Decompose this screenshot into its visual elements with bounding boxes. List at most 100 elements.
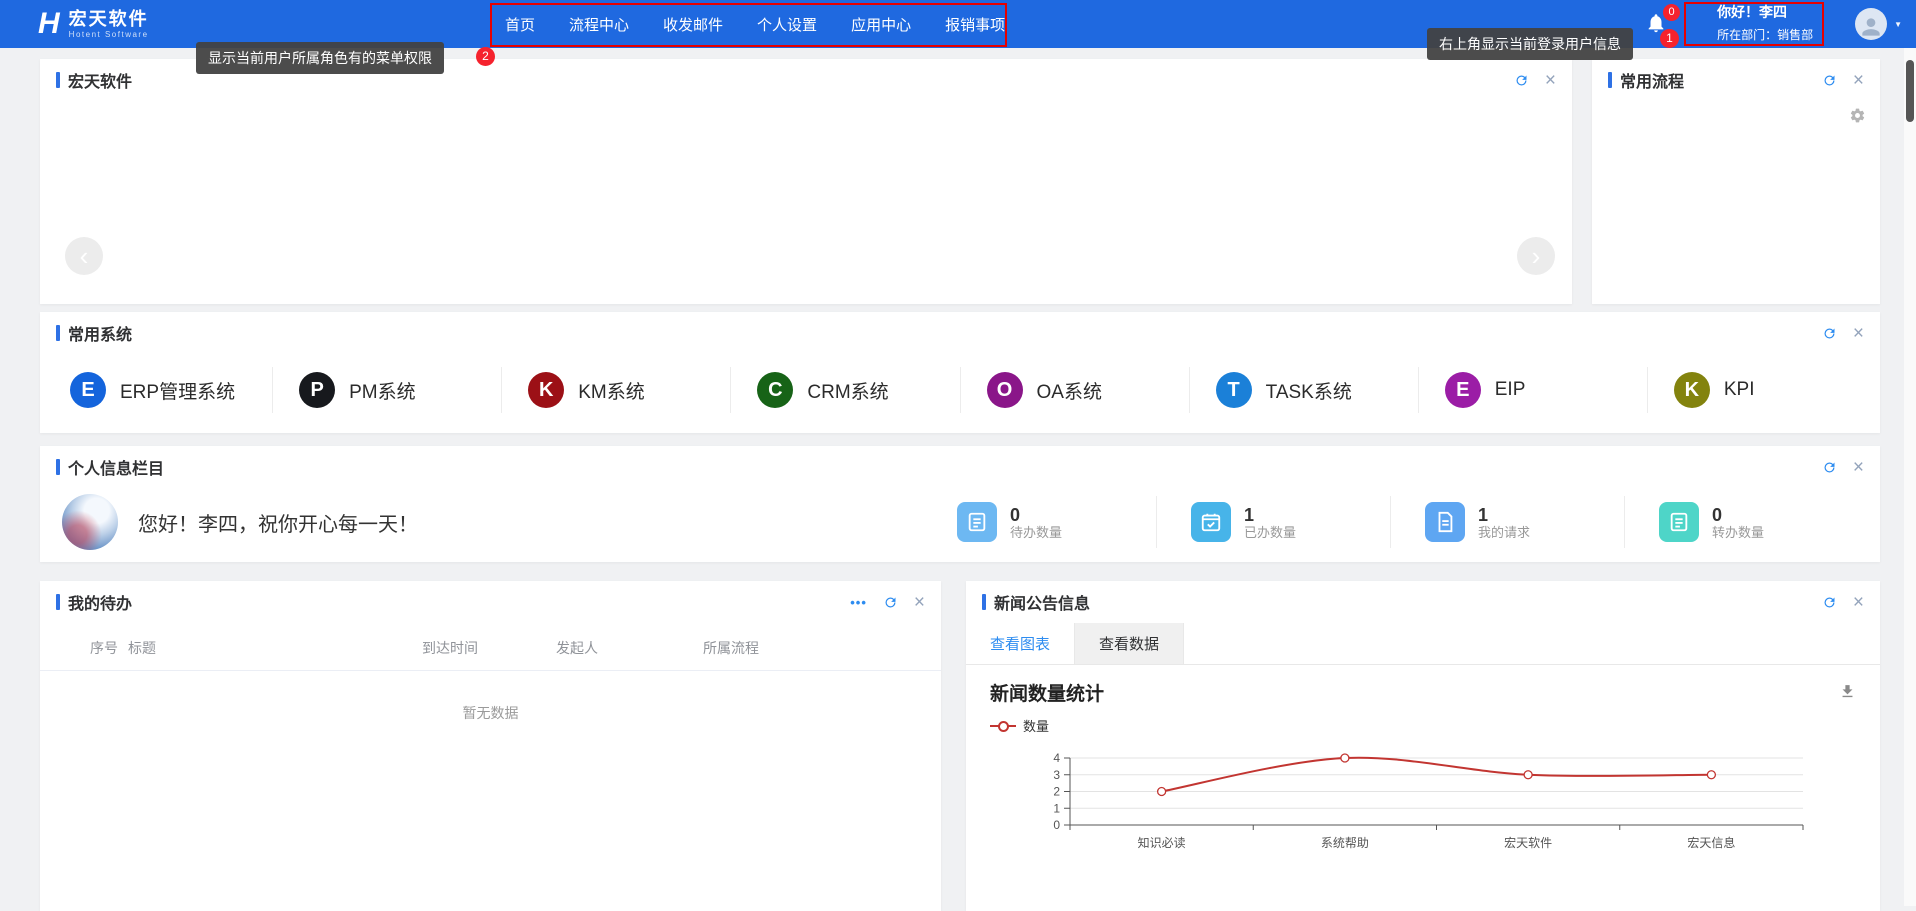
refresh-icon[interactable] [1822,460,1837,475]
personal-stats: 0 待办数量 1 已办数量 1 我的请求 [923,496,1858,548]
panel-title: 我的待办 [68,590,132,614]
stat-done[interactable]: 1 已办数量 [1156,496,1390,548]
panel-title: 个人信息栏目 [68,455,164,479]
svg-text:3: 3 [1053,768,1060,782]
stat-value: 1 [1478,506,1530,524]
download-icon[interactable] [1839,683,1856,703]
title-accent-bar [1608,72,1612,88]
notification-badge: 0 [1663,4,1680,21]
news-chart-block: 新闻数量统计 数量 01234知识必读系统帮助宏天软件宏天信息 [966,665,1880,869]
system-letter-icon: T [1216,372,1252,408]
gear-icon[interactable] [1849,107,1866,127]
app-logo[interactable]: H 宏天软件 Hotent Software [38,5,149,43]
close-icon[interactable]: × [1853,324,1864,343]
close-icon[interactable]: × [1853,458,1864,477]
legend-item-quantity[interactable]: 数量 [990,716,1049,735]
panel-title: 常用系统 [68,321,132,345]
refresh-icon[interactable] [883,595,898,610]
system-item-kpi[interactable]: K KPI [1647,367,1876,413]
refresh-icon[interactable] [1822,595,1837,610]
chart-title: 新闻数量统计 [990,679,1104,706]
svg-text:2: 2 [1053,785,1060,799]
svg-text:系统帮助: 系统帮助 [1321,836,1369,850]
user-photo-avatar[interactable] [62,494,118,550]
close-icon[interactable]: × [914,593,925,612]
vertical-scrollbar [1904,48,1916,906]
system-item-pm[interactable]: P PM系统 [272,367,501,413]
logo-title: 宏天软件 [69,9,149,30]
caret-down-icon[interactable]: ▼ [1894,20,1902,29]
panel-my-todo: 我的待办 ••• × 序号 标题 到达时间 发起人 所属流程 暂无数据 [40,581,941,911]
tab-view-chart[interactable]: 查看图表 [966,623,1075,664]
stat-value: 1 [1244,506,1296,524]
stat-value: 0 [1712,506,1764,524]
user-department: 所在部门：销售部 [1717,28,1813,42]
system-name: TASK系统 [1266,377,1352,404]
user-avatar[interactable] [1855,8,1887,40]
nav-item-mail[interactable]: 收发邮件 [663,14,723,35]
more-options-icon[interactable]: ••• [850,595,867,610]
system-item-oa[interactable]: O OA系统 [960,367,1189,413]
nav-item-app-center[interactable]: 应用中心 [851,14,911,35]
nav-item-reimbursement[interactable]: 报销事项 [945,14,1005,35]
todo-list-icon [957,502,997,542]
column-header-seq: 序号 [90,638,128,658]
welcome-greeting: 您好！李四，祝你开心每一天！ [138,508,418,537]
system-letter-icon: C [757,372,793,408]
system-name: CRM系统 [807,377,888,404]
transfer-list-icon [1659,502,1699,542]
system-letter-icon: E [1445,372,1481,408]
logo-h-icon: H [38,5,60,43]
column-header-arrival-time: 到达时间 [422,638,556,658]
request-doc-icon [1425,502,1465,542]
system-item-km[interactable]: K KM系统 [501,367,730,413]
title-accent-bar [982,594,986,610]
panel-hongtian-software: 宏天软件 × ‹ › [40,59,1572,304]
refresh-icon[interactable] [1822,73,1837,88]
system-name: KPI [1724,379,1755,401]
close-icon[interactable]: × [1545,71,1556,90]
svg-text:4: 4 [1053,751,1060,765]
system-letter-icon: P [299,372,335,408]
title-accent-bar [56,459,60,475]
column-header-title: 标题 [128,638,422,658]
carousel-left-button[interactable]: ‹ [65,237,103,275]
title-accent-bar [56,325,60,341]
stat-transferred[interactable]: 0 转办数量 [1624,496,1858,548]
scrollbar-thumb[interactable] [1906,60,1914,122]
nav-item-process-center[interactable]: 流程中心 [569,14,629,35]
news-tabs: 查看图表 查看数据 [966,623,1880,665]
notification-bell-icon[interactable]: 0 [1645,12,1669,36]
title-accent-bar [56,594,60,610]
user-info[interactable]: 你好！李四 所在部门：销售部 [1717,2,1813,45]
user-greeting: 你好！李四 [1717,4,1787,20]
svg-text:知识必读: 知识必读 [1138,836,1186,850]
close-icon[interactable]: × [1853,71,1864,90]
system-letter-icon: K [528,372,564,408]
stat-requests[interactable]: 1 我的请求 [1390,496,1624,548]
nav-item-home[interactable]: 首页 [505,14,535,35]
system-name: EIP [1495,379,1526,401]
stat-label: 待办数量 [1010,526,1062,539]
refresh-icon[interactable] [1822,326,1837,341]
legend-line-marker-icon [990,725,1016,727]
system-name: KM系统 [578,377,645,404]
system-item-erp[interactable]: E ERP管理系统 [44,367,272,413]
system-item-eip[interactable]: E EIP [1418,367,1647,413]
stat-label: 转办数量 [1712,526,1764,539]
system-letter-icon: E [70,372,106,408]
systems-row: E ERP管理系统 P PM系统 K KM系统 C CRM系统 O OA系统 T… [40,354,1880,426]
empty-data-text: 暂无数据 [40,703,941,723]
system-item-crm[interactable]: C CRM系统 [730,367,959,413]
close-icon[interactable]: × [1853,593,1864,612]
nav-item-personal-settings[interactable]: 个人设置 [757,14,817,35]
stat-label: 我的请求 [1478,526,1530,539]
system-name: PM系统 [349,377,416,404]
stat-pending[interactable]: 0 待办数量 [923,496,1156,548]
carousel-right-button[interactable]: › [1517,237,1555,275]
tab-view-data[interactable]: 查看数据 [1075,623,1184,664]
done-calendar-icon [1191,502,1231,542]
system-item-task[interactable]: T TASK系统 [1189,367,1418,413]
system-letter-icon: K [1674,372,1710,408]
refresh-icon[interactable] [1514,73,1529,88]
